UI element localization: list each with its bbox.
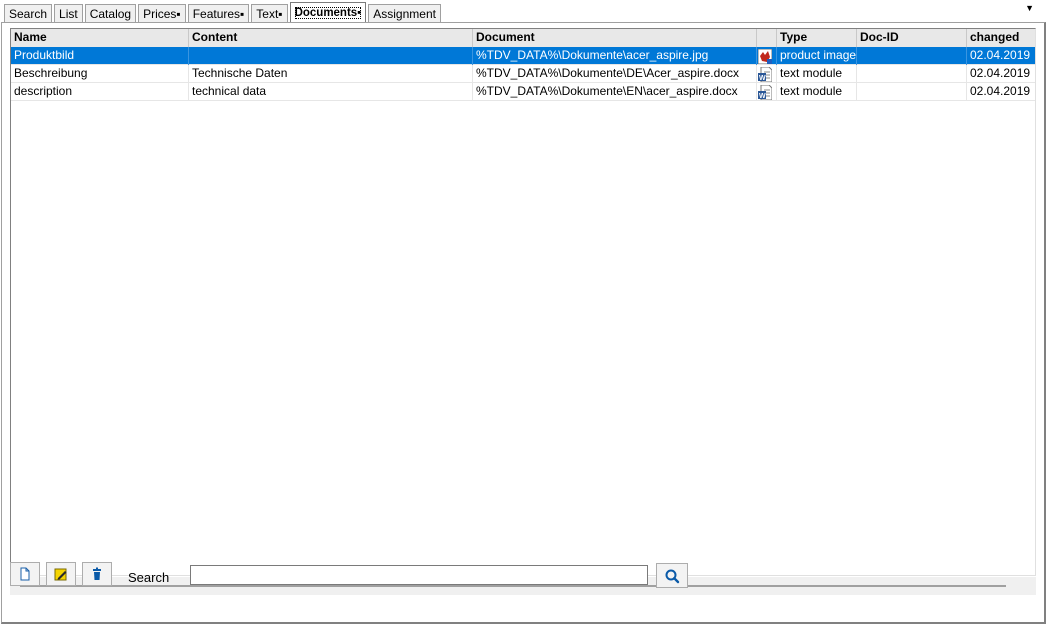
tab-prices[interactable]: Prices▪	[138, 4, 186, 22]
search-button[interactable]	[656, 563, 688, 588]
edit-button[interactable]	[46, 562, 76, 586]
column-header-document[interactable]: Document	[473, 29, 757, 47]
cell-docid	[857, 47, 967, 65]
cell-content: technical data	[189, 83, 473, 101]
tab-strip: Search List Catalog Prices▪ Features▪ Te…	[4, 2, 443, 22]
tab-text[interactable]: Text▪	[251, 4, 288, 22]
tab-features[interactable]: Features▪	[187, 4, 250, 22]
tab-catalog[interactable]: Catalog	[84, 4, 137, 22]
tab-dropdown-arrow-icon[interactable]: ▼	[1025, 3, 1034, 13]
search-label: Search	[128, 570, 170, 585]
cell-content	[189, 47, 473, 65]
documents-panel: Name Content Document Type Doc-ID change…	[1, 22, 1046, 624]
cell-document: %TDV_DATA%\Dokumente\EN\acer_aspire.docx	[473, 83, 757, 101]
cell-type: text module	[777, 65, 857, 83]
table-row[interactable]: description technical data %TDV_DATA%\Do…	[11, 83, 1035, 101]
word-file-icon: W	[757, 83, 777, 101]
cell-docid	[857, 83, 967, 101]
documents-grid[interactable]: Name Content Document Type Doc-ID change…	[10, 28, 1036, 576]
column-header-icon[interactable]	[757, 29, 777, 47]
edit-icon	[54, 568, 67, 581]
trash-icon	[93, 567, 101, 580]
cell-changed: 02.04.2019	[967, 65, 1035, 83]
cell-document: %TDV_DATA%\Dokumente\acer_aspire.jpg	[473, 47, 757, 65]
cell-docid	[857, 65, 967, 83]
table-row[interactable]: Produktbild %TDV_DATA%\Dokumente\acer_as…	[11, 47, 1035, 65]
cell-changed: 02.04.2019	[967, 47, 1035, 65]
grid-rows: Produktbild %TDV_DATA%\Dokumente\acer_as…	[11, 47, 1035, 101]
column-header-name[interactable]: Name	[11, 29, 189, 47]
svg-text:W: W	[759, 75, 766, 82]
new-document-button[interactable]	[10, 562, 40, 586]
tab-list[interactable]: List	[54, 4, 83, 22]
tab-search[interactable]: Search	[4, 4, 53, 22]
delete-button[interactable]	[82, 562, 112, 586]
scrollbar-track[interactable]	[20, 585, 1006, 587]
column-header-changed[interactable]: changed	[967, 29, 1035, 47]
image-file-icon	[757, 47, 777, 65]
grid-header: Name Content Document Type Doc-ID change…	[11, 29, 1035, 48]
cell-name: Beschreibung	[11, 65, 189, 83]
svg-text:W: W	[759, 93, 766, 100]
cell-changed: 02.04.2019	[967, 83, 1035, 101]
search-input[interactable]	[190, 565, 648, 585]
cell-type: text module	[777, 83, 857, 101]
word-file-icon: W	[757, 65, 777, 83]
magnifier-icon	[665, 569, 680, 583]
cell-name: description	[11, 83, 189, 101]
cell-type: product image	[777, 47, 857, 65]
cell-content: Technische Daten	[189, 65, 473, 83]
table-row[interactable]: Beschreibung Technische Daten %TDV_DATA%…	[11, 65, 1035, 83]
new-document-icon	[20, 567, 30, 581]
tab-documents[interactable]: Documents▪	[289, 2, 367, 22]
column-header-content[interactable]: Content	[189, 29, 473, 47]
column-header-type[interactable]: Type	[777, 29, 857, 47]
cell-document: %TDV_DATA%\Dokumente\DE\Acer_aspire.docx	[473, 65, 757, 83]
tab-assignment[interactable]: Assignment	[368, 4, 441, 22]
column-header-docid[interactable]: Doc-ID	[857, 29, 967, 47]
cell-name: Produktbild	[11, 47, 189, 65]
